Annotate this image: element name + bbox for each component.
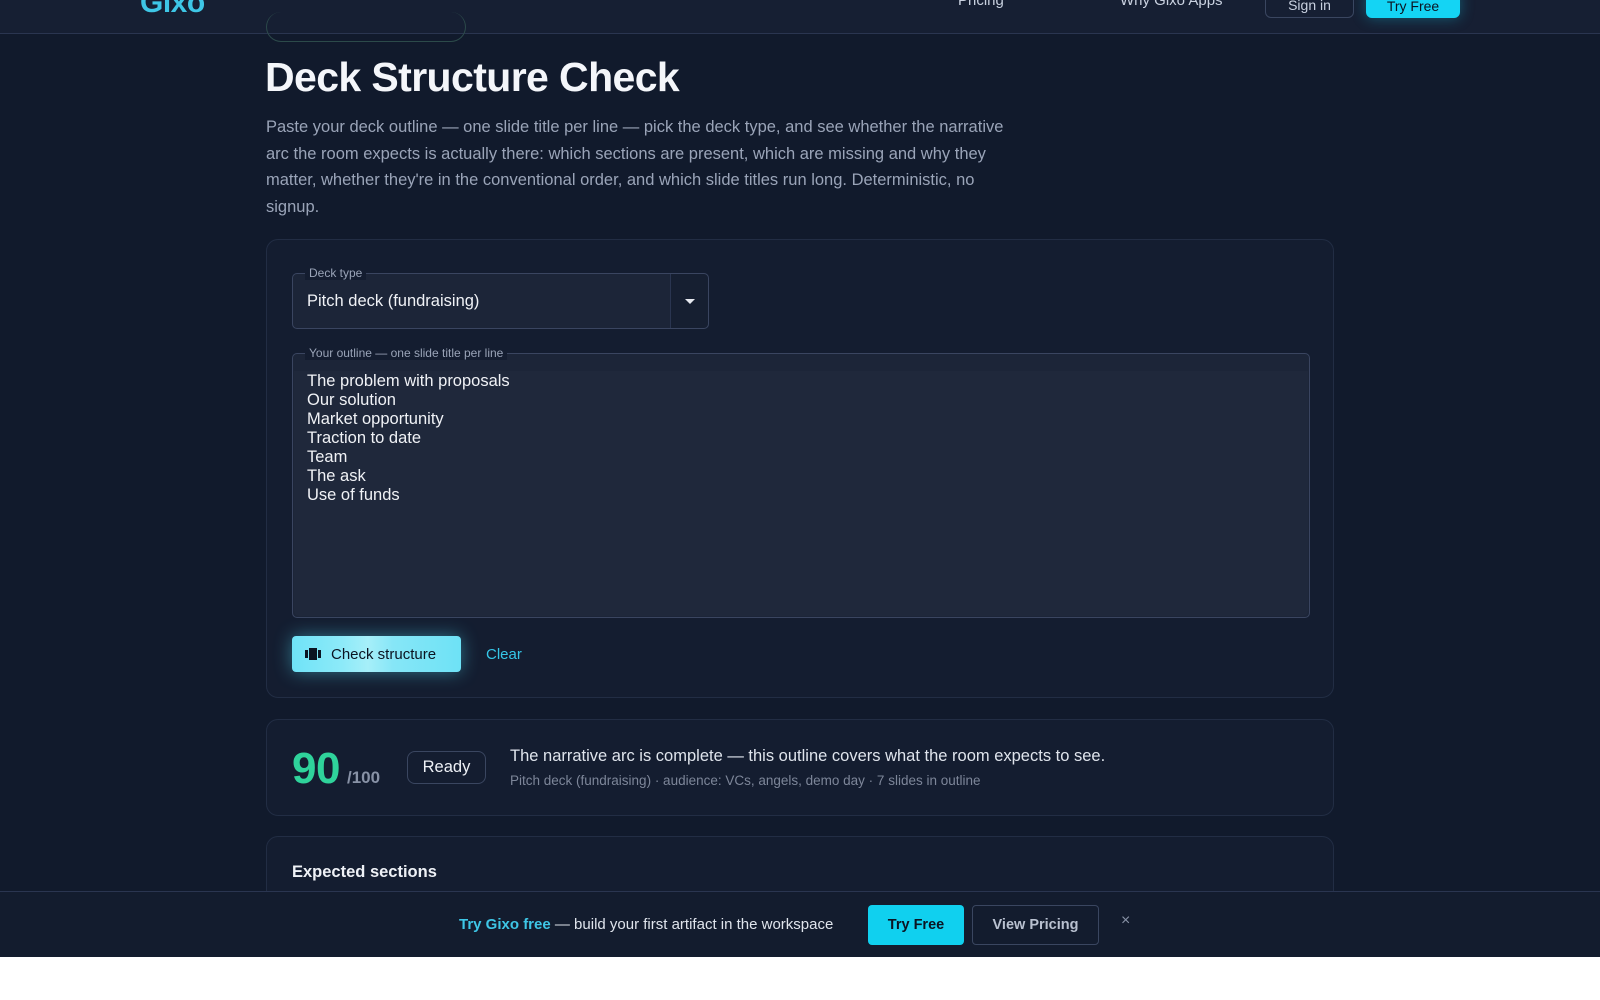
banner-text: Try Gixo free — build your first artifac… (459, 916, 833, 933)
result-meta: Pitch deck (fundraising) · audience: VCs… (510, 773, 981, 788)
top-nav: Gixo Pricing Why Gixo Apps Sign in Try F… (0, 0, 1600, 34)
nav-link-why-gixo[interactable]: Why Gixo Apps (1120, 0, 1223, 9)
clear-button[interactable]: Clear (486, 646, 522, 663)
outline-lines: The problem with proposals Our solution … (307, 372, 510, 505)
close-icon[interactable]: × (1121, 912, 1130, 930)
deck-type-value: Pitch deck (fundraising) (307, 292, 480, 310)
page-bottom-area (0, 957, 1600, 1000)
deck-type-select[interactable]: Deck type Pitch deck (fundraising) (292, 266, 709, 329)
score-value: 90 (292, 744, 340, 793)
outline-line: Team (307, 448, 348, 466)
outline-label: Your outline — one slide title per line (305, 346, 508, 360)
nav-try-free-button[interactable]: Try Free (1366, 0, 1460, 18)
outline-form-card: Deck type Pitch deck (fundraising) Your … (266, 239, 1334, 698)
slides-icon (305, 648, 321, 660)
banner-try-free-button[interactable]: Try Free (868, 905, 964, 945)
check-structure-button[interactable]: Check structure (292, 636, 461, 672)
sign-in-button[interactable]: Sign in (1265, 0, 1354, 18)
check-structure-label: Check structure (331, 645, 437, 663)
score-card: 90 /100 Ready The narrative arc is compl… (266, 719, 1334, 816)
outline-line: Market opportunity (307, 410, 444, 428)
page-description: Paste your deck outline — one slide titl… (266, 118, 1004, 216)
promo-banner: Try Gixo free — build your first artifac… (0, 891, 1600, 957)
expected-sections-title: Expected sections (292, 863, 437, 881)
banner-message: — build your first artifact in the works… (550, 916, 834, 933)
outline-line: Our solution (307, 391, 396, 409)
outline-line: Traction to date (307, 429, 422, 447)
caret-down-icon (684, 298, 695, 304)
score-max: /100 (347, 768, 381, 787)
category-badge (266, 12, 466, 42)
banner-view-pricing-button[interactable]: View Pricing (972, 905, 1099, 945)
outline-line: The problem with proposals (307, 372, 510, 390)
gixo-logo[interactable]: Gixo (140, 0, 205, 20)
verdict-text: The narrative arc is complete — this out… (510, 747, 1106, 765)
banner-highlight[interactable]: Try Gixo free (459, 916, 551, 933)
status-badge: Ready (407, 751, 486, 784)
outline-textarea[interactable]: Your outline — one slide title per line … (292, 346, 1310, 618)
dropdown-toggle[interactable] (670, 274, 708, 328)
deck-type-label: Deck type (305, 266, 367, 280)
nav-link-pricing[interactable]: Pricing (958, 0, 1004, 9)
page-title: Deck Structure Check (265, 54, 680, 100)
outline-line: The ask (307, 467, 366, 485)
outline-line: Use of funds (307, 486, 400, 504)
